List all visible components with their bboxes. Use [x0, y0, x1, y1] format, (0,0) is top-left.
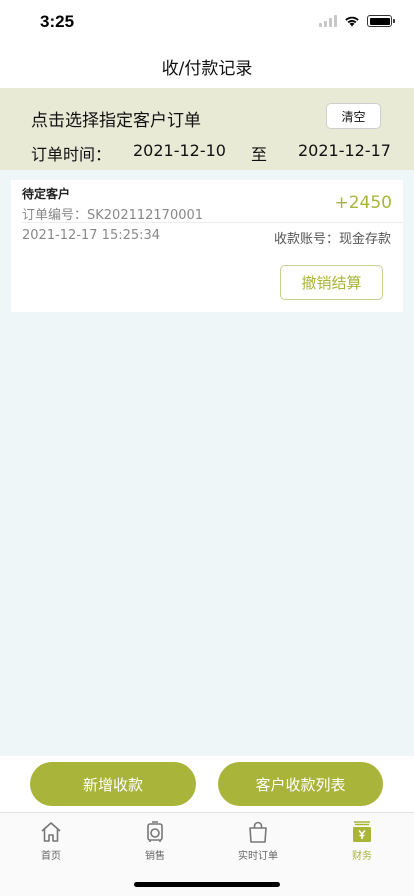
- action-bar: 新增收款 客户收款列表: [0, 756, 414, 812]
- status-icons: [319, 15, 395, 27]
- home-indicator: [134, 882, 280, 887]
- tab-home[interactable]: 首页: [16, 819, 86, 865]
- add-payment-button[interactable]: 新增收款: [30, 762, 196, 806]
- tab-finance[interactable]: 财务: [327, 819, 397, 865]
- customer-payment-list-button[interactable]: 客户收款列表: [218, 762, 383, 806]
- wifi-icon: [345, 16, 359, 27]
- filter-panel: 点击选择指定客户订单 清空 订单时间： 2021-12-10 至 2021-12…: [0, 88, 414, 170]
- tab-realtime-orders[interactable]: 实时订单: [223, 819, 293, 865]
- start-date-picker[interactable]: 2021-12-10: [133, 141, 226, 160]
- tab-label: 财务: [352, 851, 372, 862]
- customer-order-selector[interactable]: 点击选择指定客户订单: [31, 106, 201, 131]
- date-separator: 至: [251, 145, 268, 164]
- card-divider: [22, 222, 403, 223]
- status-bar: 3:25: [0, 0, 414, 44]
- customer-name: 待定客户: [22, 187, 71, 201]
- tab-label: 首页: [41, 851, 61, 862]
- sales-icon: [147, 821, 163, 842]
- page-title: 收/付款记录: [161, 58, 253, 79]
- tab-label: 实时订单: [238, 851, 278, 862]
- home-icon: [41, 822, 61, 842]
- end-date-picker[interactable]: 2021-12-17: [298, 141, 391, 160]
- signal-icon: [319, 15, 337, 27]
- order-number: 订单编号：SK202112170001: [22, 208, 204, 223]
- nav-bar: 收/付款记录: [0, 44, 414, 88]
- record-card[interactable]: 待定客户 订单编号：SK202112170001 +2450 2021-12-1…: [11, 180, 403, 312]
- finance-icon: [353, 821, 371, 842]
- shopping-bag-icon: [249, 821, 267, 843]
- status-time: 3:25: [40, 12, 75, 31]
- revoke-settlement-button[interactable]: 撤销结算: [280, 265, 383, 300]
- tab-label: 销售: [145, 851, 165, 862]
- battery-icon: [367, 15, 395, 27]
- order-date-label: 订单时间：: [31, 145, 112, 164]
- record-amount: +2450: [334, 193, 392, 213]
- tab-sales[interactable]: 销售: [120, 819, 190, 865]
- clear-button[interactable]: 清空: [326, 103, 381, 129]
- payment-account: 收款账号：现金存款: [273, 232, 391, 247]
- record-timestamp: 2021-12-17 15:25:34: [22, 228, 161, 243]
